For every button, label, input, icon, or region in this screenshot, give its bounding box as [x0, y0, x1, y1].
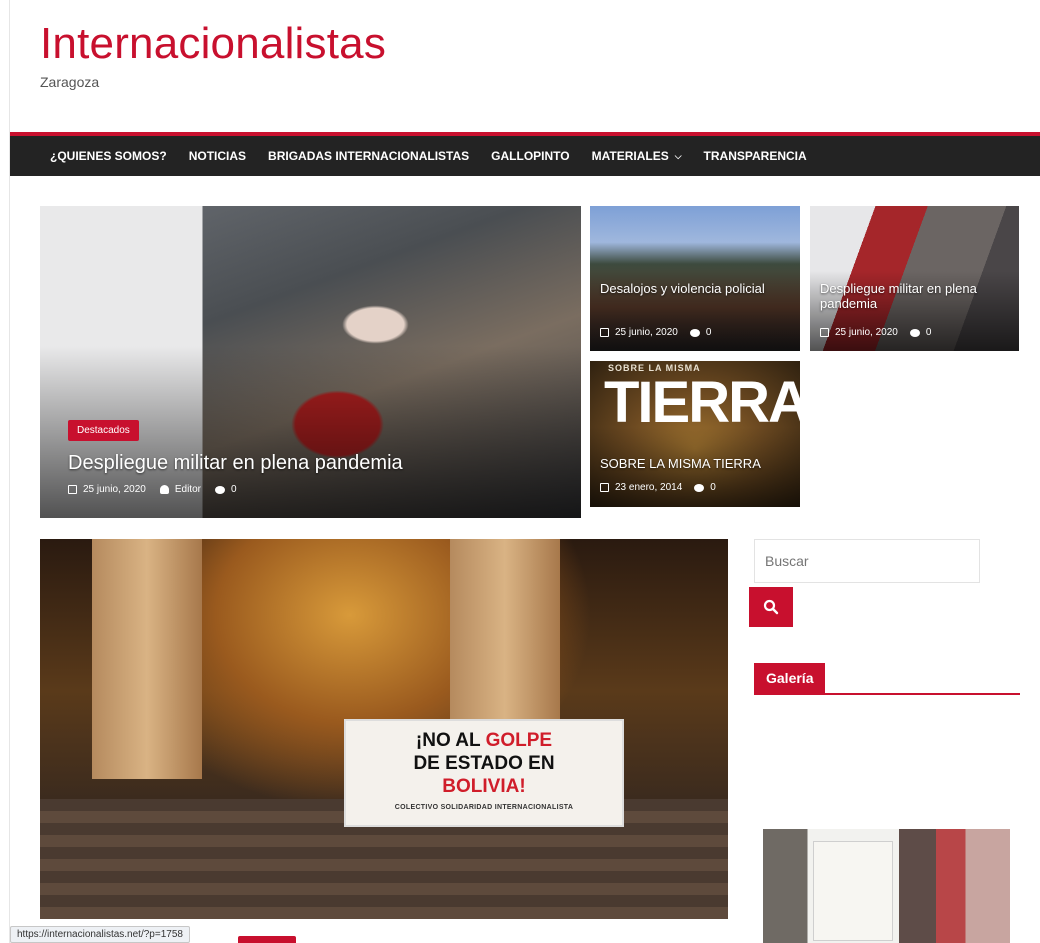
nav-item-quienes-somos[interactable]: ¿QUIENES SOMOS?: [50, 149, 167, 163]
search-button[interactable]: [749, 587, 793, 627]
calendar-icon: [820, 328, 829, 337]
gallery-plaque: [813, 841, 893, 941]
gallery-title: Galería: [754, 663, 826, 693]
banner-line-3: BOLIVIA!: [442, 776, 526, 797]
image-heading: TIERRA: [604, 370, 800, 435]
comment-count[interactable]: 0: [231, 484, 237, 495]
category-badge[interactable]: Destacados: [68, 420, 139, 441]
main-nav: ¿QUIENES SOMOS? NOTICIAS BRIGADAS INTERN…: [10, 136, 1040, 176]
calendar-icon: [600, 328, 609, 337]
post-date[interactable]: 23 enero, 2014: [615, 482, 682, 493]
nav-item-materiales-label: MATERIALES: [591, 149, 669, 163]
comment-count[interactable]: 0: [710, 482, 716, 493]
comment-icon: [214, 485, 225, 494]
comment-icon: [689, 328, 700, 337]
banner-small-text: COLECTIVO SOLIDARIDAD INTERNACIONALISTA: [394, 804, 574, 811]
post-date[interactable]: 25 junio, 2020: [83, 484, 146, 495]
featured-post-small[interactable]: Despliegue militar en plena pandemia 25 …: [810, 206, 1019, 351]
search-input[interactable]: [754, 539, 980, 583]
nav-item-transparencia[interactable]: TRANSPARENCIA: [704, 149, 807, 163]
comment-icon: [694, 483, 705, 492]
comment-count[interactable]: 0: [706, 327, 712, 338]
nav-item-materiales[interactable]: MATERIALES ⌵: [592, 149, 682, 163]
post-author[interactable]: Editor: [175, 484, 201, 495]
post-featured-image[interactable]: ¡NO AL GOLPE DE ESTADO EN BOLIVIA! COLEC…: [40, 539, 728, 919]
post-title[interactable]: Despliegue militar en plena pandemia: [68, 452, 403, 475]
post-meta: 25 junio, 2020 0: [820, 327, 931, 338]
nav-item-brigadas[interactable]: BRIGADAS INTERNACIONALISTAS: [268, 149, 469, 163]
featured-post-small[interactable]: SOBRE LA MISMA TIERRA SOBRE LA MISMA TIE…: [590, 361, 800, 507]
gallery-image[interactable]: [763, 829, 1010, 943]
featured-post-small[interactable]: Desalojos y violencia policial 25 junio,…: [590, 206, 800, 351]
site-header: Internacionalistas Zaragoza: [40, 18, 386, 90]
banner-text-a: ¡NO AL: [415, 730, 486, 751]
status-bar-url: https://internacionalistas.net/?p=1758: [10, 926, 190, 943]
user-icon: [159, 485, 169, 494]
nav-item-noticias[interactable]: NOTICIAS: [189, 149, 246, 163]
window-edge: [0, 0, 10, 943]
post-meta: 25 junio, 2020 0: [600, 327, 711, 338]
site-tagline: Zaragoza: [40, 74, 100, 90]
post-date[interactable]: 25 junio, 2020: [835, 327, 898, 338]
category-badge-peek: [238, 936, 296, 943]
nav-item-gallopinto[interactable]: GALLOPINTO: [491, 149, 569, 163]
post-title[interactable]: Despliegue militar en plena pandemia: [820, 281, 1019, 312]
calendar-icon: [600, 483, 609, 492]
building-column: [92, 539, 202, 779]
post-title[interactable]: SOBRE LA MISMA TIERRA: [600, 456, 761, 472]
search-icon: [763, 599, 779, 615]
site-title[interactable]: Internacionalistas: [40, 18, 386, 70]
post-date[interactable]: 25 junio, 2020: [615, 327, 678, 338]
featured-post-big[interactable]: Destacados Despliegue militar en plena p…: [40, 206, 581, 518]
banner-line-2: DE ESTADO EN: [413, 753, 555, 774]
post-meta: 23 enero, 2014 0: [600, 482, 716, 493]
gallery-widget-header: Galería: [754, 663, 1020, 695]
chevron-down-icon: ⌵: [674, 150, 682, 161]
banner-line-1: ¡NO AL GOLPE: [346, 729, 622, 752]
comment-count[interactable]: 0: [926, 327, 932, 338]
calendar-icon: [68, 485, 77, 494]
banner-text-b: GOLPE: [485, 730, 553, 751]
post-meta: 25 junio, 2020 Editor 0: [68, 484, 237, 495]
comment-icon: [909, 328, 920, 337]
post-title[interactable]: Desalojos y violencia policial: [600, 281, 765, 297]
protest-banner: ¡NO AL GOLPE DE ESTADO EN BOLIVIA! COLEC…: [344, 719, 624, 827]
